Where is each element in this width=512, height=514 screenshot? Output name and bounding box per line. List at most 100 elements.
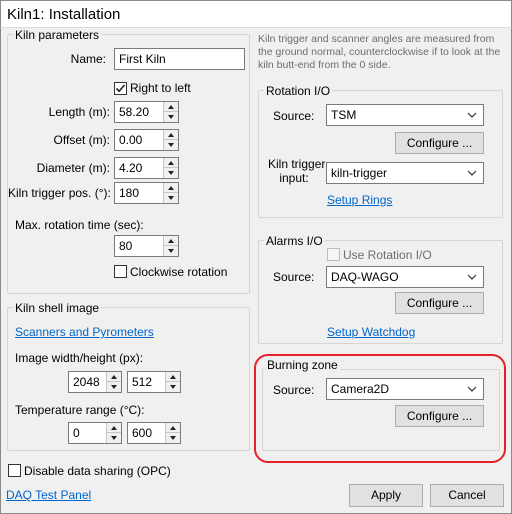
image-width-up-button[interactable] [107, 372, 121, 382]
cancel-button[interactable]: Cancel [430, 484, 504, 507]
arrow-down-icon [111, 385, 117, 389]
setup-watchdog-link[interactable]: Setup Watchdog [327, 325, 415, 339]
trigger-pos-down-button[interactable] [164, 193, 178, 203]
arrow-up-icon [168, 161, 174, 165]
kiln-shell-image-group-label: Kiln shell image [13, 301, 102, 315]
kiln-trigger-pos-spinbox[interactable]: 180 [114, 182, 179, 204]
kiln-parameters-group-label: Kiln parameters [13, 28, 102, 42]
window-title: Kiln1: Installation [7, 6, 121, 23]
max-rotation-down-button[interactable] [164, 246, 178, 256]
length-value: 58.20 [119, 105, 150, 119]
temp-min-spinbox[interactable]: 0 [68, 422, 122, 444]
clockwise-rotation-label: Clockwise rotation [130, 265, 228, 279]
temp-max-up-button[interactable] [166, 423, 180, 433]
image-width-value: 2048 [73, 375, 100, 389]
burning-zone-highlight [254, 354, 506, 463]
temp-max-down-button[interactable] [166, 433, 180, 443]
alarms-source-value: DAQ-WAGO [331, 270, 399, 284]
disable-sharing-checkbox[interactable] [8, 464, 21, 477]
rotation-configure-button[interactable]: Configure ... [395, 132, 484, 154]
kiln-trigger-pos-label: Kiln trigger pos. (°): [8, 186, 111, 200]
chevron-down-icon [467, 170, 477, 176]
image-height-down-button[interactable] [166, 382, 180, 392]
setup-rings-link[interactable]: Setup Rings [327, 193, 392, 207]
temperature-range-label: Temperature range (°C): [15, 403, 145, 417]
image-size-label: Image width/height (px): [15, 351, 144, 365]
right-to-left-checkbox[interactable] [114, 82, 127, 95]
arrow-up-icon [168, 186, 174, 190]
diameter-value: 4.20 [119, 161, 143, 175]
name-field[interactable]: First Kiln [114, 48, 245, 70]
kiln-trigger-pos-value: 180 [119, 186, 140, 200]
arrow-up-icon [170, 426, 176, 430]
arrow-up-icon [168, 239, 174, 243]
arrow-down-icon [168, 115, 174, 119]
diameter-down-button[interactable] [164, 168, 178, 178]
length-down-button[interactable] [164, 112, 178, 122]
max-rotation-label: Max. rotation time (sec): [15, 218, 144, 232]
diameter-label: Diameter (m): [36, 161, 110, 175]
arrow-up-icon [111, 426, 117, 430]
temp-min-value: 0 [73, 426, 80, 440]
max-rotation-value: 80 [119, 239, 133, 253]
arrow-down-icon [168, 196, 174, 200]
alarms-source-dropdown[interactable]: DAQ-WAGO [326, 266, 484, 288]
max-rotation-up-button[interactable] [164, 236, 178, 246]
rotation-source-label: Source: [273, 109, 315, 123]
title-bar[interactable]: Kiln1: Installation [0, 0, 512, 27]
arrow-up-icon [170, 375, 176, 379]
disable-sharing-label: Disable data sharing (OPC) [24, 464, 171, 478]
image-width-down-button[interactable] [107, 382, 121, 392]
scanners-pyrometers-link[interactable]: Scanners and Pyrometers [15, 325, 154, 339]
arrow-down-icon [168, 171, 174, 175]
offset-down-button[interactable] [164, 140, 178, 150]
image-width-spinbox[interactable]: 2048 [68, 371, 122, 393]
temp-min-up-button[interactable] [107, 423, 121, 433]
offset-up-button[interactable] [164, 130, 178, 140]
arrow-up-icon [111, 375, 117, 379]
right-to-left-label: Right to left [130, 81, 191, 95]
apply-button[interactable]: Apply [349, 484, 423, 507]
arrow-up-icon [168, 133, 174, 137]
rotation-source-value: TSM [331, 108, 357, 122]
arrow-down-icon [168, 143, 174, 147]
length-up-button[interactable] [164, 102, 178, 112]
diameter-spinbox[interactable]: 4.20 [114, 157, 179, 179]
arrow-down-icon [170, 436, 176, 440]
checkmark-icon [115, 84, 126, 93]
trigger-input-value: kiln-trigger [331, 166, 388, 180]
length-spinbox[interactable]: 58.20 [114, 101, 179, 123]
image-height-value: 512 [132, 375, 153, 389]
arrow-up-icon [168, 105, 174, 109]
trigger-input-dropdown[interactable]: kiln-trigger [326, 162, 484, 184]
offset-spinbox[interactable]: 0.00 [114, 129, 179, 151]
name-label: Name: [70, 52, 106, 66]
trigger-pos-up-button[interactable] [164, 183, 178, 193]
rotation-source-dropdown[interactable]: TSM [326, 104, 484, 126]
clockwise-rotation-checkbox[interactable] [114, 265, 127, 278]
use-rotation-io-label: Use Rotation I/O [343, 248, 432, 262]
arrow-down-icon [111, 436, 117, 440]
daq-test-panel-link[interactable]: DAQ Test Panel [6, 488, 91, 502]
alarms-configure-button[interactable]: Configure ... [395, 292, 484, 314]
arrow-down-icon [170, 385, 176, 389]
image-height-up-button[interactable] [166, 372, 180, 382]
offset-label: Offset (m): [53, 133, 110, 147]
rotation-io-group-label: Rotation I/O [264, 84, 333, 98]
image-height-spinbox[interactable]: 512 [127, 371, 181, 393]
chevron-down-icon [467, 112, 477, 118]
temp-max-value: 600 [132, 426, 153, 440]
alarms-io-group-label: Alarms I/O [264, 234, 325, 248]
length-label: Length (m): [48, 105, 110, 119]
alarms-source-label: Source: [273, 270, 315, 284]
temp-min-down-button[interactable] [107, 433, 121, 443]
temp-max-spinbox[interactable]: 600 [127, 422, 181, 444]
angle-info-text: Kiln trigger and scanner angles are meas… [258, 33, 501, 71]
use-rotation-io-checkbox[interactable] [327, 248, 340, 261]
diameter-up-button[interactable] [164, 158, 178, 168]
offset-value: 0.00 [119, 133, 143, 147]
trigger-input-label: Kiln trigger input: [268, 157, 326, 185]
chevron-down-icon [467, 274, 477, 280]
arrow-down-icon [168, 249, 174, 253]
max-rotation-spinbox[interactable]: 80 [114, 235, 179, 257]
